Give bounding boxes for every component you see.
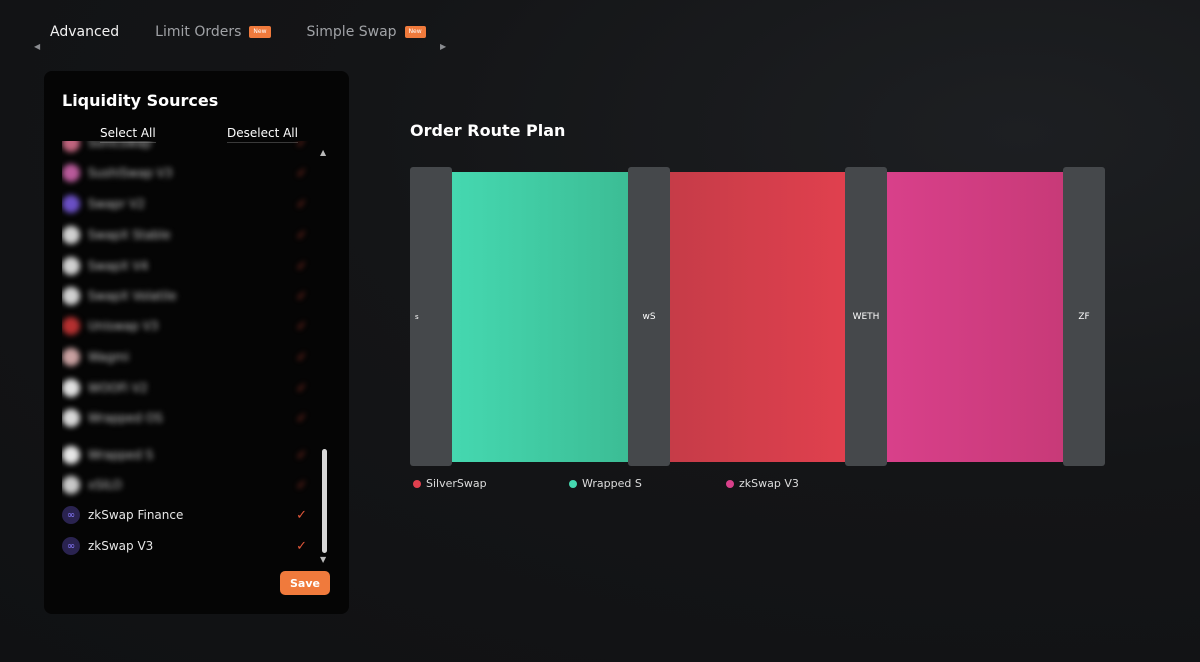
source-name: SwapX V4 (88, 259, 149, 273)
source-item[interactable]: SwapX V4 ✓ (62, 254, 317, 278)
check-icon: ✓ (296, 288, 307, 304)
check-icon: ✓ (296, 227, 307, 243)
check-icon: ✓ (296, 165, 307, 181)
source-item[interactable]: Swapr V2 ✓ (62, 192, 317, 216)
route-title: Order Route Plan (410, 121, 566, 140)
source-logo-icon (62, 409, 80, 427)
source-item[interactable]: Sonicswap ✓ (62, 141, 317, 155)
check-icon: ✓ (296, 380, 307, 396)
source-name: SwapX Volatile (88, 289, 177, 303)
tab-simple-swap[interactable]: Simple Swap New (307, 24, 426, 40)
legend-dot-icon (726, 479, 734, 488)
check-icon: ✓ (296, 258, 307, 274)
legend-dot-icon (569, 479, 577, 488)
source-item[interactable]: SwapX Volatile ✓ (62, 284, 317, 308)
source-item[interactable]: ∞ zkSwap V3 ✓ (62, 534, 317, 558)
route-node: WETH (845, 167, 887, 466)
check-icon: ✓ (296, 410, 307, 426)
check-icon: ✓ (296, 141, 307, 151)
tab-simple-swap-label: Simple Swap (306, 24, 397, 40)
route-flow (452, 172, 628, 462)
source-item[interactable]: Wrapped S ✓ (62, 443, 317, 467)
source-name: xSILO (88, 478, 122, 492)
source-logo-icon (62, 379, 80, 397)
source-logo-icon (62, 226, 80, 244)
route-node: ZF (1063, 167, 1105, 466)
panel-title: Liquidity Sources (62, 91, 219, 110)
scroll-up-icon[interactable]: ▲ (320, 148, 326, 157)
check-icon: ✓ (296, 538, 307, 554)
scrollbar[interactable] (322, 449, 327, 553)
route-flow (670, 172, 845, 462)
legend-dot-icon (413, 479, 421, 488)
legend-item: Wrapped S (569, 477, 642, 490)
scroll-right-icon[interactable]: ▶ (440, 42, 446, 51)
source-name: Wagmi (88, 350, 130, 364)
source-logo-icon (62, 476, 80, 494)
source-item[interactable]: xSILO ✓ (62, 473, 317, 497)
source-name: WOOFi V2 (88, 381, 148, 395)
source-logo-icon: ∞ (62, 506, 80, 524)
source-name: zkSwap Finance (88, 508, 184, 522)
check-icon: ✓ (296, 349, 307, 365)
route-diagram: s wS WETH ZF (410, 167, 1105, 467)
source-logo-icon: ∞ (62, 537, 80, 555)
source-item[interactable]: Wagmi ✓ (62, 345, 317, 369)
legend-label: Wrapped S (582, 477, 642, 490)
save-button[interactable]: Save (280, 571, 330, 595)
route-node: wS (628, 167, 670, 466)
legend-label: zkSwap V3 (739, 477, 799, 490)
source-item[interactable]: ∞ zkSwap Finance ✓ (62, 503, 317, 527)
source-item[interactable]: SwapX Stable ✓ (62, 223, 317, 247)
source-item[interactable]: Wrapped OS ✓ (62, 406, 317, 430)
tab-advanced[interactable]: Advanced (50, 24, 119, 40)
source-name: Sonicswap (88, 141, 152, 150)
scroll-left-icon[interactable]: ◀ (34, 42, 40, 51)
source-name: Uniswap V3 (88, 319, 159, 333)
tab-advanced-label: Advanced (50, 24, 120, 40)
route-node: s (410, 167, 452, 466)
check-icon: ✓ (296, 318, 307, 334)
source-item[interactable]: WOOFi V2 ✓ (62, 376, 317, 400)
source-logo-icon (62, 348, 80, 366)
check-icon: ✓ (296, 196, 307, 212)
new-badge: New (404, 26, 426, 38)
source-list: Sonicswap ✓ SushiSwap V3 ✓ Swapr V2 ✓ SwapX St… (62, 141, 327, 561)
legend-label: SilverSwap (426, 477, 487, 490)
tab-bar: Advanced Limit Orders New Simple Swap Ne… (50, 24, 462, 40)
source-logo-icon (62, 317, 80, 335)
source-logo-icon (62, 164, 80, 182)
tab-limit-orders-label: Limit Orders (155, 24, 242, 40)
scroll-down-icon[interactable]: ▼ (320, 555, 326, 564)
source-logo-icon (62, 287, 80, 305)
source-logo-icon (62, 195, 80, 213)
legend-item: SilverSwap (413, 477, 487, 490)
source-logo-icon (62, 257, 80, 275)
source-logo-icon (62, 141, 80, 152)
source-item[interactable]: Uniswap V3 ✓ (62, 314, 317, 338)
source-name: Wrapped S (88, 448, 154, 462)
route-flow (887, 172, 1063, 462)
legend-item: zkSwap V3 (726, 477, 799, 490)
source-name: zkSwap V3 (88, 539, 154, 553)
source-name: SushiSwap V3 (88, 166, 173, 180)
check-icon: ✓ (296, 477, 307, 493)
source-logo-icon (62, 446, 80, 464)
source-name: Wrapped OS (88, 411, 163, 425)
tab-limit-orders[interactable]: Limit Orders New (155, 24, 271, 40)
check-icon: ✓ (296, 507, 307, 523)
liquidity-sources-panel: Liquidity Sources Select All Deselect Al… (44, 71, 349, 614)
source-item[interactable]: SushiSwap V3 ✓ (62, 161, 317, 185)
source-name: SwapX Stable (88, 228, 171, 242)
source-name: Swapr V2 (88, 197, 145, 211)
check-icon: ✓ (296, 447, 307, 463)
new-badge: New (249, 26, 271, 38)
